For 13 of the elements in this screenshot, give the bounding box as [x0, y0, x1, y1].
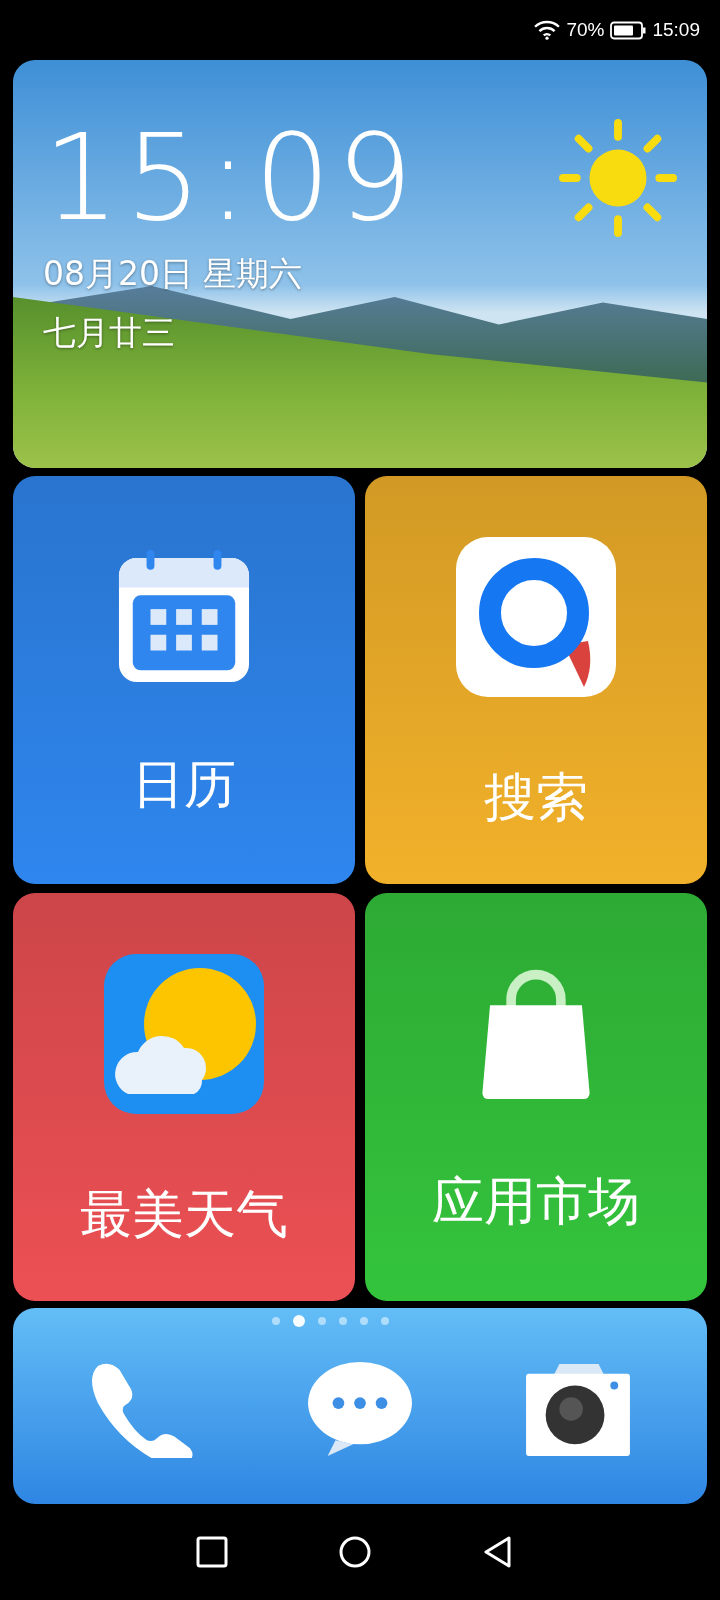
clock-time: 15:09	[43, 118, 419, 238]
battery-percent: 70%	[566, 19, 605, 41]
date-text: 08月20日 星期六	[43, 253, 303, 295]
status-time: 15:09	[652, 19, 700, 41]
tile-label: 最美天气	[80, 1188, 288, 1240]
tile-label: 日历	[132, 758, 236, 810]
app-tile[interactable]: 最美天气	[13, 893, 355, 1301]
app-tile[interactable]: 搜索	[365, 476, 707, 884]
lunar-date: 七月廿三	[43, 312, 175, 354]
tile-label: 搜索	[484, 771, 588, 823]
app-tile[interactable]: 应用市场	[365, 893, 707, 1301]
tile-label: 应用市场	[432, 1175, 640, 1227]
app-tile[interactable]: 日历	[13, 476, 355, 884]
